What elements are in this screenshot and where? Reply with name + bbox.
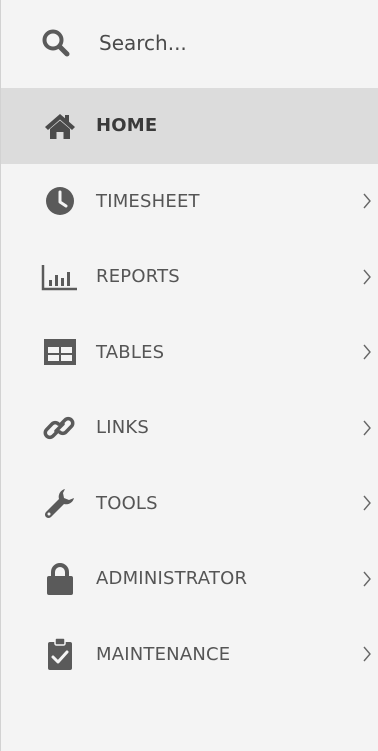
chevron-right-icon[interactable] (360, 191, 374, 211)
chevron-right-icon[interactable] (360, 267, 374, 287)
search-input[interactable] (99, 31, 349, 55)
link-icon (41, 410, 79, 446)
lock-icon (41, 561, 79, 597)
nav-item-timesheet[interactable]: TIMESHEET (1, 164, 378, 240)
search-icon[interactable] (41, 25, 77, 61)
chevron-right-icon[interactable] (360, 569, 374, 589)
nav-item-tools[interactable]: TOOLS (1, 466, 378, 542)
nav-item-reports[interactable]: REPORTS (1, 239, 378, 315)
chevron-right-icon[interactable] (360, 644, 374, 664)
nav-item-label: TIMESHEET (96, 190, 200, 212)
nav-item-label: TABLES (96, 341, 165, 363)
nav-item-home[interactable]: HOME (1, 88, 378, 164)
nav-item-links[interactable]: LINKS (1, 390, 378, 466)
nav-menu: HOME TIMESHEET REPORTS TABLES LINKS TOOL… (1, 88, 378, 692)
table-icon (41, 334, 79, 370)
chevron-right-icon[interactable] (360, 342, 374, 362)
sidebar: HOME TIMESHEET (0, 0, 378, 751)
clock-icon (41, 183, 79, 219)
chevron-right-icon[interactable] (360, 418, 374, 438)
home-icon (41, 108, 79, 144)
nav-item-label: HOME (96, 115, 158, 137)
nav-item-label: ADMINISTRATOR (96, 568, 248, 590)
bar-chart-icon (41, 259, 79, 295)
nav-item-label: MAINTENANCE (96, 643, 231, 665)
wrench-icon (41, 485, 79, 521)
clipboard-check-icon (41, 636, 79, 672)
nav-item-administrator[interactable]: ADMINISTRATOR (1, 541, 378, 617)
nav-item-label: REPORTS (96, 266, 180, 288)
chevron-right-icon[interactable] (360, 493, 374, 513)
nav-item-tables[interactable]: TABLES (1, 315, 378, 391)
nav-item-maintenance[interactable]: MAINTENANCE (1, 617, 378, 693)
search-bar (1, 0, 378, 86)
nav-item-label: TOOLS (96, 492, 158, 514)
nav-item-label: LINKS (96, 417, 150, 439)
